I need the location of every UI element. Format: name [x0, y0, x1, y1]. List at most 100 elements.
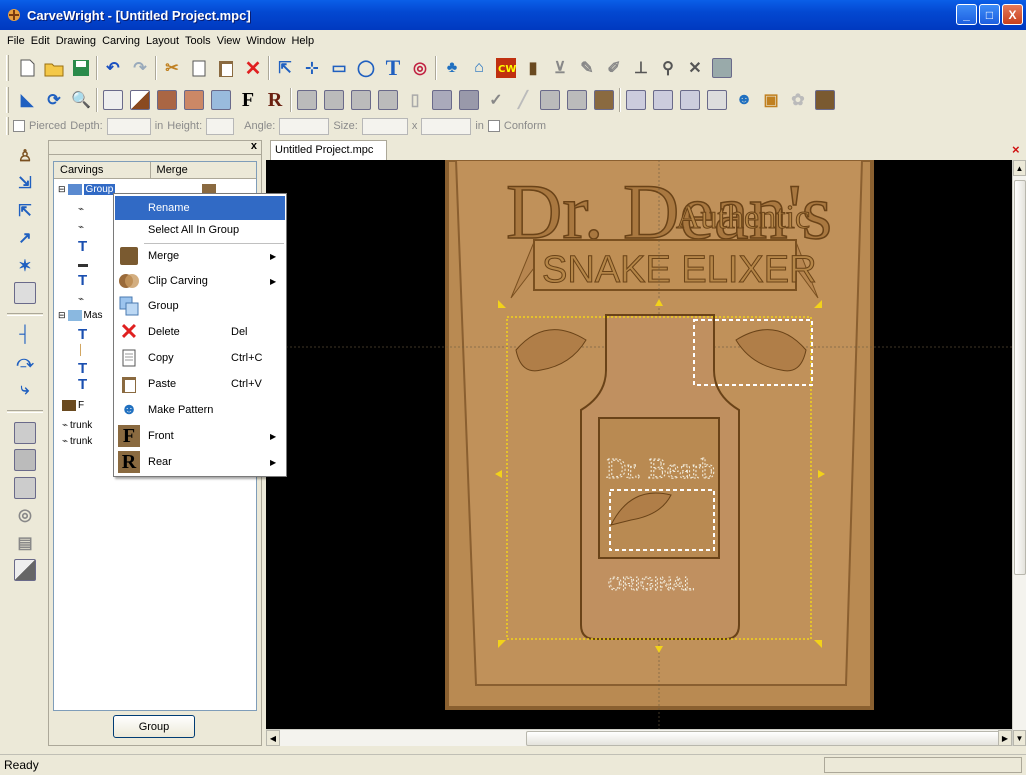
front-view-icon[interactable]: F [236, 88, 260, 112]
menu-layout[interactable]: Layout [143, 35, 182, 47]
board-icon[interactable]: ▮ [521, 56, 545, 80]
tree-node-label[interactable]: trunk [70, 436, 92, 447]
carve-icon[interactable]: ♣ [440, 56, 464, 80]
bit-profile2-icon[interactable] [565, 88, 589, 112]
document-tab[interactable]: Untitled Project.mpc [270, 140, 387, 160]
merge-column-header[interactable]: Merge [151, 162, 256, 178]
close-document-icon[interactable]: × [1012, 142, 1020, 157]
add-node-icon[interactable]: ⇲ [11, 171, 39, 194]
text-tool-icon[interactable]: T [381, 55, 405, 80]
scroll-down-arrow-icon[interactable]: ▼ [1013, 730, 1026, 746]
rectangle-tool-icon[interactable]: ▭ [327, 56, 351, 80]
context-item-clip-carving[interactable]: Clip Carving ▶ [115, 269, 285, 293]
vertical-scrollbar[interactable]: ▲ ▼ [1012, 160, 1026, 746]
pan-icon[interactable]: ⟳ [42, 88, 66, 112]
menu-drawing[interactable]: Drawing [53, 35, 99, 47]
flower-icon[interactable]: ✿ [786, 88, 810, 112]
stamp-icon[interactable]: ⊥ [629, 56, 653, 80]
texture-icon[interactable] [430, 88, 454, 112]
cw-logo-icon[interactable]: CW [494, 56, 518, 80]
pen-tool-icon[interactable]: ✎ [575, 56, 599, 80]
tree-node-label[interactable]: F [78, 400, 84, 411]
scroll-up-arrow-icon[interactable]: ▲ [1013, 160, 1026, 176]
menu-tools[interactable]: Tools [182, 35, 214, 47]
menu-view[interactable]: View [214, 35, 244, 47]
tree-node-group[interactable]: ⊟ Group [58, 184, 116, 195]
layer3-icon[interactable] [349, 88, 373, 112]
size-height-field[interactable] [421, 117, 472, 135]
cut-icon[interactable]: ✂ [160, 56, 184, 80]
angle-field[interactable] [279, 117, 330, 135]
preview-icon[interactable]: ⌂ [467, 56, 491, 80]
save-icon[interactable] [69, 56, 93, 80]
menu-help[interactable]: Help [288, 35, 317, 47]
cross-tool-icon[interactable]: ✕ [683, 56, 707, 80]
depth-field[interactable] [106, 117, 151, 135]
line-node-icon[interactable]: ↗ [11, 226, 39, 249]
tree-node-board[interactable]: F [62, 400, 84, 411]
select-arrow-icon[interactable]: ⇱ [273, 56, 297, 80]
pin-icon[interactable]: ♙ [11, 144, 39, 167]
tree-node-label[interactable]: Group [83, 184, 116, 195]
horizontal-scroll-thumb[interactable] [526, 731, 1001, 746]
menu-edit[interactable]: Edit [28, 35, 53, 47]
remove-node-icon[interactable]: ⇱ [11, 199, 39, 222]
panel-close-button[interactable]: x [251, 140, 257, 152]
context-item-delete[interactable]: ✕ Delete Del [115, 319, 285, 344]
tree-node-text[interactable]: T [78, 326, 87, 343]
brush-tool-icon[interactable]: ✐ [602, 56, 626, 80]
circle-tool-icon[interactable]: ◯ [354, 56, 378, 80]
pierced-checkbox[interactable] [13, 120, 25, 132]
figure-icon[interactable]: ☻ [732, 88, 756, 112]
curve-tool-icon[interactable]: ⤼ [11, 351, 39, 374]
column-icon[interactable]: ▯ [403, 88, 427, 112]
grid-icon[interactable] [155, 88, 179, 112]
target-icon[interactable] [11, 281, 39, 305]
height-field[interactable] [206, 117, 235, 135]
outline4-icon[interactable] [705, 88, 729, 112]
tree-node-carving[interactable]: ⌁ [78, 204, 84, 215]
context-item-copy[interactable]: Copy Ctrl+C [115, 346, 285, 370]
grid2-icon[interactable] [182, 88, 206, 112]
paste-icon[interactable] [214, 56, 238, 80]
toolbar-grip[interactable] [6, 87, 9, 113]
layer2-icon[interactable] [322, 88, 346, 112]
tree-node-trunk[interactable]: ⌁ trunk [62, 436, 92, 447]
tree-node-text[interactable]: T [78, 360, 87, 377]
context-item-group[interactable]: Group [115, 294, 285, 318]
copy-icon[interactable] [187, 56, 211, 80]
tree-node-trunk[interactable]: ⌁ trunk [62, 420, 92, 431]
tree-node-text[interactable]: T [78, 376, 87, 393]
context-item-select-all[interactable]: Select All In Group [115, 218, 285, 242]
close-button[interactable]: X [1002, 4, 1023, 25]
slope-icon[interactable] [128, 88, 152, 112]
toolbar-grip[interactable] [6, 117, 9, 135]
scroll-right-arrow-icon[interactable]: ▶ [998, 730, 1012, 746]
ruler-icon[interactable] [209, 88, 233, 112]
bit-icon[interactable]: ⊻ [548, 56, 572, 80]
menu-carving[interactable]: Carving [99, 35, 143, 47]
tree-node-bit[interactable]: ▬ [78, 259, 88, 270]
node-tool-icon[interactable]: ⊹ [300, 56, 324, 80]
star-node-icon[interactable]: ✶ [11, 254, 39, 277]
conform-checkbox[interactable] [487, 120, 500, 132]
open-folder-icon[interactable] [42, 56, 66, 80]
texture-tool-icon[interactable]: ▤ [11, 531, 39, 554]
zoom-icon[interactable]: 🔍 [69, 88, 93, 112]
bit-holder-icon[interactable] [813, 88, 837, 112]
context-item-make-pattern[interactable]: ☻ Make Pattern [115, 398, 285, 422]
layer1-icon[interactable] [295, 88, 319, 112]
view-board-icon[interactable] [101, 88, 125, 112]
minimize-button[interactable]: _ [956, 4, 977, 25]
wave-icon[interactable]: ◎ [11, 504, 39, 527]
group-button[interactable]: Group [113, 715, 195, 738]
tree-node-mask[interactable]: ⊟ Mas [58, 310, 102, 321]
tree-node-label[interactable]: Mas [84, 310, 103, 321]
toolbar-grip[interactable] [6, 55, 9, 81]
horizontal-scrollbar[interactable]: ◀ ▶ [266, 729, 1012, 746]
vertical-scroll-thumb[interactable] [1014, 180, 1026, 575]
bit-profile-icon[interactable] [538, 88, 562, 112]
size-width-field[interactable] [361, 117, 408, 135]
cut-line-icon[interactable]: ╱ [511, 88, 535, 112]
undo-icon[interactable]: ↶ [101, 56, 125, 80]
